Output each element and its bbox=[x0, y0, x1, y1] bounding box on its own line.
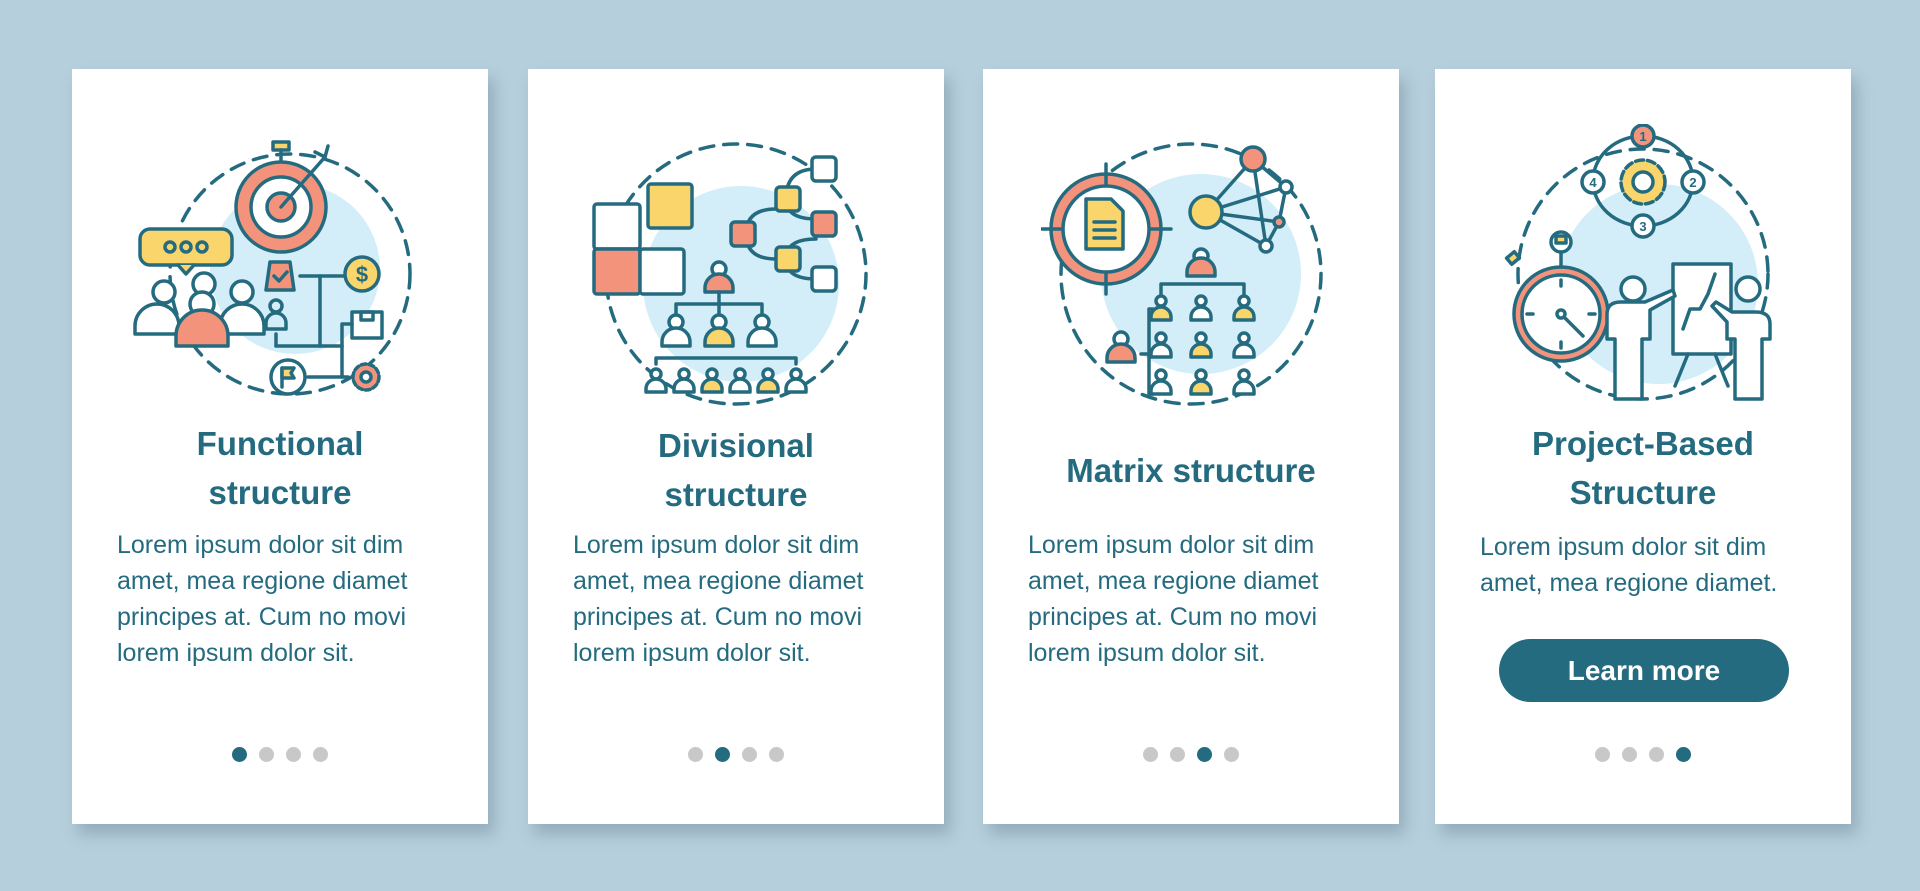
box-icon bbox=[350, 310, 384, 340]
title-line: Matrix structure bbox=[1066, 452, 1316, 489]
target-stopwatch-icon bbox=[234, 140, 330, 254]
svg-text:$: $ bbox=[356, 262, 368, 287]
divisional-structure-illustration bbox=[592, 142, 868, 406]
pagination-dots bbox=[528, 747, 944, 762]
pagination-dots bbox=[1435, 747, 1851, 762]
page-dot-3[interactable] bbox=[1197, 747, 1212, 762]
page-dot-2[interactable] bbox=[1170, 747, 1185, 762]
project-based-structure-illustration: 1 2 3 4 bbox=[1504, 124, 1772, 401]
onboarding-card-matrix: Matrix structure Lorem ipsum dolor sit d… bbox=[983, 69, 1399, 824]
card-description: Lorem ipsum dolor sit dim amet, mea regi… bbox=[1028, 531, 1319, 667]
title-line: Divisional bbox=[658, 427, 814, 464]
page-dot-1[interactable] bbox=[232, 747, 247, 762]
card-description: Lorem ipsum dolor sit dim amet, mea regi… bbox=[117, 531, 408, 667]
onboarding-card-project-based: 1 2 3 4 Project-Based Structure Lorem ip… bbox=[1435, 69, 1851, 824]
page-dot-2[interactable] bbox=[1622, 747, 1637, 762]
card-description: Lorem ipsum dolor sit dim amet, mea regi… bbox=[1480, 533, 1778, 597]
page-dot-3[interactable] bbox=[742, 747, 757, 762]
card-title: Divisional structure bbox=[548, 421, 924, 519]
page-dot-2[interactable] bbox=[715, 747, 730, 762]
card-title: Matrix structure bbox=[1003, 446, 1379, 495]
page-dot-3[interactable] bbox=[286, 747, 301, 762]
page-dot-4[interactable] bbox=[769, 747, 784, 762]
cycle-step-4: 4 bbox=[1589, 175, 1597, 190]
card-title: Project-Based Structure bbox=[1455, 419, 1831, 517]
page-dot-3[interactable] bbox=[1649, 747, 1664, 762]
card-title: Functional structure bbox=[92, 419, 468, 517]
title-line: Functional bbox=[196, 425, 364, 462]
learn-more-button[interactable]: Learn more bbox=[1499, 639, 1789, 702]
title-line: structure bbox=[208, 474, 352, 511]
page-dot-2[interactable] bbox=[259, 747, 274, 762]
page-dot-1[interactable] bbox=[688, 747, 703, 762]
functional-structure-illustration: $ bbox=[133, 140, 412, 396]
page-dot-4[interactable] bbox=[1676, 747, 1691, 762]
title-line: Structure bbox=[1569, 474, 1717, 511]
onboarding-card-functional: $ Functional structure Lorem ipsum dolor… bbox=[72, 69, 488, 824]
cycle-step-2: 2 bbox=[1689, 175, 1696, 190]
page-dot-1[interactable] bbox=[1595, 747, 1610, 762]
card-description: Lorem ipsum dolor sit dim amet, mea regi… bbox=[573, 531, 864, 667]
matrix-structure-illustration bbox=[1041, 142, 1323, 406]
page-dot-4[interactable] bbox=[313, 747, 328, 762]
pagination-dots bbox=[983, 747, 1399, 762]
pagination-dots bbox=[72, 747, 488, 762]
cycle-step-1: 1 bbox=[1639, 129, 1646, 144]
people-group-icon bbox=[133, 271, 266, 348]
page-dot-1[interactable] bbox=[1143, 747, 1158, 762]
title-line: Project-Based bbox=[1532, 425, 1754, 462]
page-dot-4[interactable] bbox=[1224, 747, 1239, 762]
onboarding-card-divisional: Divisional structure Lorem ipsum dolor s… bbox=[528, 69, 944, 824]
cycle-step-3: 3 bbox=[1639, 219, 1646, 234]
title-line: structure bbox=[664, 476, 808, 513]
shopping-bag-icon bbox=[264, 260, 296, 292]
